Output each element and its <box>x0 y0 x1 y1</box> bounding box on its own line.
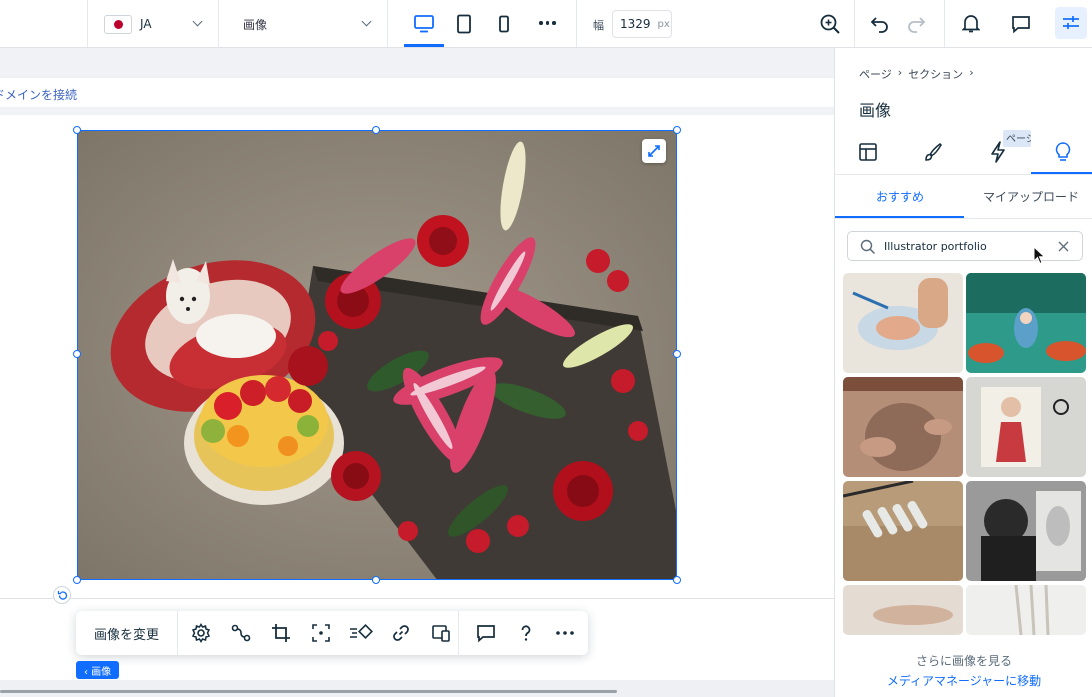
tab-my-uploads[interactable]: マイアップロード <box>983 188 1079 205</box>
divider <box>854 0 855 47</box>
divider <box>835 218 1092 219</box>
chevron-right-icon: › <box>969 66 974 79</box>
mobile-view-icon[interactable] <box>489 9 519 39</box>
link-icon[interactable] <box>389 621 413 645</box>
zoom-icon[interactable] <box>818 12 842 36</box>
domain-banner: ドメインを接続 <box>0 78 834 107</box>
resize-handle[interactable] <box>73 576 81 584</box>
notifications-bell-icon[interactable] <box>959 12 983 36</box>
clear-icon[interactable] <box>1058 241 1069 252</box>
image-result[interactable] <box>966 481 1086 581</box>
language-selector[interactable]: JA <box>104 13 152 35</box>
resize-handle[interactable] <box>372 126 380 134</box>
image-result[interactable] <box>843 273 963 373</box>
tab-recommended[interactable]: おすすめ <box>876 188 924 205</box>
element-label-tag[interactable]: ‹ 画像 <box>76 661 120 679</box>
crop-icon[interactable] <box>269 621 293 645</box>
breadcrumb-section[interactable]: セクション <box>908 66 963 82</box>
breadcrumb-page[interactable]: ページ <box>859 66 892 82</box>
horizontal-scrollbar[interactable] <box>0 690 617 693</box>
animation-icon[interactable] <box>349 621 373 645</box>
tooltip: ページ <box>1003 130 1031 147</box>
divider <box>835 174 1092 175</box>
divider <box>87 0 88 47</box>
resize-handle[interactable] <box>673 576 681 584</box>
section-divider <box>0 598 834 599</box>
settings-sliders-icon[interactable] <box>1055 7 1087 39</box>
divider <box>458 611 459 655</box>
inspector-panel: ページ › セクション › 画像 ページ おすすめ マイアップロード Illus… <box>834 48 1092 697</box>
width-value: 1329 <box>620 17 651 31</box>
active-device-indicator <box>404 44 444 47</box>
page-selector[interactable]: 画像 <box>243 16 267 33</box>
more-images-text: さらに画像を見る <box>915 654 1012 668</box>
divider <box>218 0 219 47</box>
width-label: 幅 <box>593 19 604 32</box>
help-icon[interactable] <box>514 621 538 645</box>
comment-icon[interactable] <box>474 621 498 645</box>
top-bar: JA 画像 幅 1329 px <box>0 0 1092 48</box>
search-icon <box>860 239 876 255</box>
suggestions-bulb-icon[interactable] <box>1051 140 1075 164</box>
search-query: Illustrator portfolio <box>884 240 987 253</box>
resize-handle[interactable] <box>73 126 81 134</box>
change-image-button[interactable]: 画像を変更 <box>76 611 178 655</box>
chevron-down-icon <box>361 16 372 27</box>
language-code: JA <box>140 17 152 31</box>
image-result[interactable] <box>843 585 963 635</box>
rotate-icon[interactable] <box>53 586 71 604</box>
width-input[interactable]: 1329 px <box>612 10 672 38</box>
image-search-input[interactable]: Illustrator portfolio <box>847 231 1083 261</box>
expand-icon[interactable] <box>642 139 666 163</box>
resize-handle[interactable] <box>673 126 681 134</box>
undo-icon[interactable] <box>868 12 892 36</box>
resize-handle[interactable] <box>73 350 81 358</box>
tablet-view-icon[interactable] <box>449 9 479 39</box>
design-brush-icon[interactable] <box>921 140 945 164</box>
canvas-background <box>0 107 834 115</box>
layout-tab-icon[interactable] <box>856 140 880 164</box>
image-toolbar: 画像を変更 <box>76 611 588 655</box>
connect-domain-link[interactable]: ドメインを接続 <box>0 86 77 103</box>
chevron-right-icon: › <box>897 66 903 79</box>
image-result[interactable] <box>966 585 1086 635</box>
image-result[interactable] <box>966 377 1086 477</box>
divider <box>576 0 577 47</box>
width-unit: px <box>657 18 670 30</box>
desktop-view-icon[interactable] <box>409 9 439 39</box>
responsive-icon[interactable] <box>429 621 453 645</box>
canvas-background <box>0 48 834 76</box>
focal-point-icon[interactable] <box>309 621 333 645</box>
panel-title: 画像 <box>859 101 892 120</box>
more-icon[interactable] <box>553 621 577 645</box>
chevron-down-icon <box>192 16 203 27</box>
animation-path-icon[interactable] <box>229 621 253 645</box>
divider <box>944 0 945 47</box>
resize-handle[interactable] <box>372 576 380 584</box>
settings-gear-icon[interactable] <box>189 621 213 645</box>
redo-icon[interactable] <box>904 12 928 36</box>
selected-image[interactable] <box>77 130 677 580</box>
comments-icon[interactable] <box>1009 12 1033 36</box>
japan-flag-icon <box>104 14 132 34</box>
resize-handle[interactable] <box>673 350 681 358</box>
divider <box>387 0 388 47</box>
breadcrumb: ページ › セクション › <box>859 66 974 82</box>
image-result[interactable] <box>843 481 963 581</box>
mouse-cursor-icon <box>1033 246 1046 265</box>
more-icon[interactable] <box>539 21 556 25</box>
photo-illustration <box>78 131 676 579</box>
media-manager-link[interactable]: メディアマネージャーに移動 <box>835 672 1092 689</box>
image-result[interactable] <box>843 377 963 477</box>
image-result[interactable] <box>966 273 1086 373</box>
